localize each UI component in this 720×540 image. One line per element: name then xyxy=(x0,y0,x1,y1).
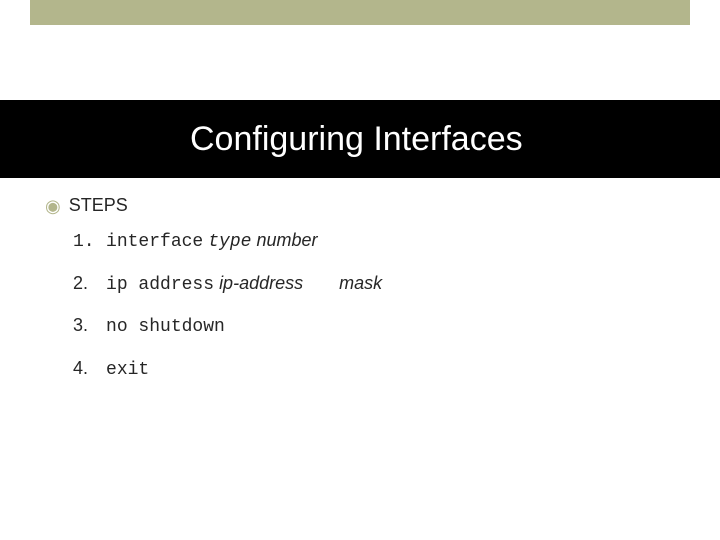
step-command: ip address xyxy=(106,275,214,295)
step-number: 2. xyxy=(73,273,101,295)
content-area: ◉ STEPS 1. interface type number 2. ip a… xyxy=(45,195,690,400)
top-accent-bar xyxy=(30,0,690,25)
step-4: 4. exit xyxy=(73,358,690,382)
step-arg-ipaddress: ip-address xyxy=(219,273,303,293)
step-1: 1. interface type number xyxy=(73,230,690,254)
step-arg-number: number xyxy=(256,230,317,250)
steps-heading-row: ◉ STEPS xyxy=(45,195,690,216)
step-arg-type: type xyxy=(208,232,251,252)
step-command: exit xyxy=(106,360,149,380)
steps-list: 1. interface type number 2. ip address i… xyxy=(73,230,690,381)
title-bar: Configuring Interfaces xyxy=(0,100,720,178)
step-2: 2. ip address ip-address mask xyxy=(73,273,690,297)
step-command: interface xyxy=(106,232,203,252)
bullet-icon: ◉ xyxy=(45,197,61,215)
step-number: 1. xyxy=(73,232,101,254)
steps-heading-label: STEPS xyxy=(69,195,128,216)
step-command: no shutdown xyxy=(106,317,225,337)
page-title: Configuring Interfaces xyxy=(190,120,523,159)
step-number: 3. xyxy=(73,315,101,337)
step-3: 3. no shutdown xyxy=(73,315,690,339)
step-arg-mask: mask xyxy=(339,273,382,293)
step-number: 4. xyxy=(73,358,101,380)
